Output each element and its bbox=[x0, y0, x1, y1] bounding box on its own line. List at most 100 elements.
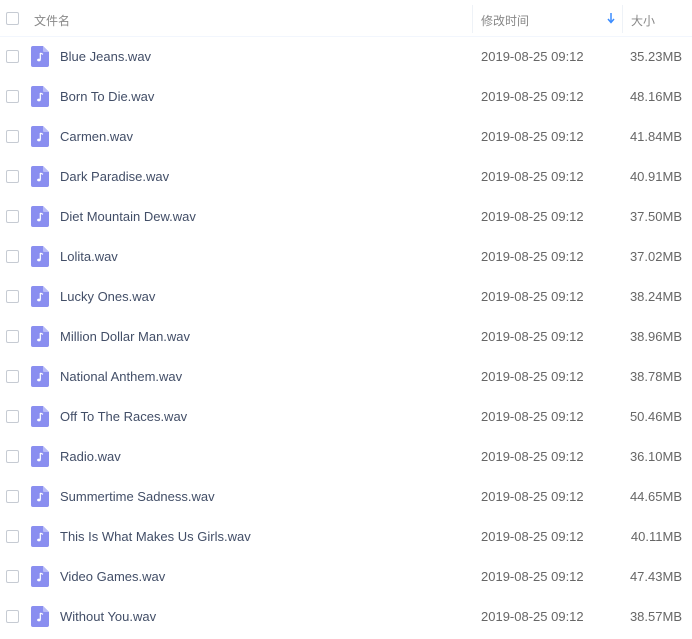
file-row[interactable]: Without You.wav 2019-08-25 09:12 38.57MB bbox=[0, 597, 692, 637]
row-checkbox[interactable] bbox=[6, 50, 19, 63]
file-row[interactable]: National Anthem.wav 2019-08-25 09:12 38.78… bbox=[0, 357, 692, 397]
file-row[interactable]: Lolita.wav 2019-08-25 09:12 37.02MB bbox=[0, 237, 692, 277]
file-row[interactable]: Summertime Sadness.wav 2019-08-25 09:12 44… bbox=[0, 477, 692, 517]
music-note-icon bbox=[31, 566, 49, 587]
row-checkbox[interactable] bbox=[6, 170, 19, 183]
file-size: 40.11MB bbox=[630, 529, 682, 544]
file-modified-time: 2019-08-25 09:12 bbox=[481, 249, 584, 264]
file-modified-time: 2019-08-25 09:12 bbox=[481, 609, 584, 624]
file-row[interactable]: Off To The Races.wav 2019-08-25 09:12 50.4… bbox=[0, 397, 692, 437]
row-checkbox[interactable] bbox=[6, 570, 19, 583]
file-size: 41.84MB bbox=[629, 129, 682, 144]
file-size: 37.02MB bbox=[629, 249, 682, 264]
column-divider[interactable] bbox=[622, 5, 623, 33]
row-checkbox[interactable] bbox=[6, 290, 19, 303]
file-name[interactable]: Dark Paradise.wav bbox=[60, 169, 169, 184]
select-all-checkbox[interactable] bbox=[6, 12, 19, 25]
column-divider[interactable] bbox=[472, 5, 473, 33]
file-modified-time: 2019-08-25 09:12 bbox=[481, 169, 584, 184]
file-name[interactable]: Diet Mountain Dew.wav bbox=[60, 209, 196, 224]
music-note-icon bbox=[31, 246, 49, 267]
row-checkbox[interactable] bbox=[6, 130, 19, 143]
arrow-down-icon[interactable] bbox=[607, 12, 615, 24]
file-modified-time: 2019-08-25 09:12 bbox=[481, 209, 584, 224]
music-note-icon bbox=[31, 366, 49, 387]
file-modified-time: 2019-08-25 09:12 bbox=[481, 89, 584, 104]
file-size: 40.91MB bbox=[629, 169, 682, 184]
file-rows: Blue Jeans.wav 2019-08-25 09:12 35.23MB Bor… bbox=[0, 37, 692, 637]
music-note-icon bbox=[31, 406, 49, 427]
file-row[interactable]: Radio.wav 2019-08-25 09:12 36.10MB bbox=[0, 437, 692, 477]
file-row[interactable]: Video Games.wav 2019-08-25 09:12 47.43MB bbox=[0, 557, 692, 597]
file-modified-time: 2019-08-25 09:12 bbox=[481, 329, 584, 344]
file-size: 38.24MB bbox=[629, 289, 682, 304]
file-size: 37.50MB bbox=[629, 209, 682, 224]
column-header-mtime[interactable]: 修改时间 bbox=[481, 12, 529, 29]
file-name[interactable]: Lucky Ones.wav bbox=[60, 289, 155, 304]
file-modified-time: 2019-08-25 09:12 bbox=[481, 529, 584, 544]
file-row[interactable]: Lucky Ones.wav 2019-08-25 09:12 38.24MB bbox=[0, 277, 692, 317]
file-name[interactable]: Born To Die.wav bbox=[60, 89, 154, 104]
file-row[interactable]: Diet Mountain Dew.wav 2019-08-25 09:12 37.… bbox=[0, 197, 692, 237]
file-name[interactable]: This Is What Makes Us Girls.wav bbox=[60, 529, 251, 544]
file-row[interactable]: Blue Jeans.wav 2019-08-25 09:12 35.23MB bbox=[0, 37, 692, 77]
file-row[interactable]: Carmen.wav 2019-08-25 09:12 41.84MB bbox=[0, 117, 692, 157]
file-size: 35.23MB bbox=[629, 49, 682, 64]
column-header-name[interactable]: 文件名 bbox=[34, 12, 70, 29]
music-note-icon bbox=[31, 126, 49, 147]
file-size: 50.46MB bbox=[629, 409, 682, 424]
file-name[interactable]: Blue Jeans.wav bbox=[60, 49, 151, 64]
file-list-header: 文件名 修改时间 大小 bbox=[0, 0, 692, 37]
row-checkbox[interactable] bbox=[6, 250, 19, 263]
file-size: 48.16MB bbox=[629, 89, 682, 104]
file-list: 文件名 修改时间 大小 Blue Jeans.wav 2019-08-25 09:… bbox=[0, 0, 692, 639]
music-note-icon bbox=[31, 446, 49, 467]
file-name[interactable]: Radio.wav bbox=[60, 449, 121, 464]
file-size: 36.10MB bbox=[629, 449, 682, 464]
file-modified-time: 2019-08-25 09:12 bbox=[481, 489, 584, 504]
file-row[interactable]: Million Dollar Man.wav 2019-08-25 09:12 38… bbox=[0, 317, 692, 357]
file-size: 47.43MB bbox=[629, 569, 682, 584]
file-modified-time: 2019-08-25 09:12 bbox=[481, 49, 584, 64]
music-note-icon bbox=[31, 206, 49, 227]
row-checkbox[interactable] bbox=[6, 410, 19, 423]
file-modified-time: 2019-08-25 09:12 bbox=[481, 129, 584, 144]
music-note-icon bbox=[31, 606, 49, 627]
file-name[interactable]: National Anthem.wav bbox=[60, 369, 182, 384]
file-name[interactable]: Off To The Races.wav bbox=[60, 409, 187, 424]
file-row[interactable]: Dark Paradise.wav 2019-08-25 09:12 40.91MB bbox=[0, 157, 692, 197]
file-modified-time: 2019-08-25 09:12 bbox=[481, 289, 584, 304]
file-size: 38.78MB bbox=[629, 369, 682, 384]
row-checkbox[interactable] bbox=[6, 370, 19, 383]
file-row[interactable]: Born To Die.wav 2019-08-25 09:12 48.16MB bbox=[0, 77, 692, 117]
row-checkbox[interactable] bbox=[6, 610, 19, 623]
file-name[interactable]: Without You.wav bbox=[60, 609, 156, 624]
music-note-icon bbox=[31, 326, 49, 347]
column-header-size[interactable]: 大小 bbox=[631, 12, 655, 29]
file-name[interactable]: Video Games.wav bbox=[60, 569, 165, 584]
music-note-icon bbox=[31, 46, 49, 67]
file-modified-time: 2019-08-25 09:12 bbox=[481, 369, 584, 384]
music-note-icon bbox=[31, 486, 49, 507]
file-modified-time: 2019-08-25 09:12 bbox=[481, 409, 584, 424]
file-name[interactable]: Carmen.wav bbox=[60, 129, 133, 144]
file-name[interactable]: Summertime Sadness.wav bbox=[60, 489, 215, 504]
file-size: 38.57MB bbox=[629, 609, 682, 624]
music-note-icon bbox=[31, 86, 49, 107]
file-name[interactable]: Lolita.wav bbox=[60, 249, 118, 264]
file-name[interactable]: Million Dollar Man.wav bbox=[60, 329, 190, 344]
music-note-icon bbox=[31, 526, 49, 547]
row-checkbox[interactable] bbox=[6, 210, 19, 223]
row-checkbox[interactable] bbox=[6, 90, 19, 103]
row-checkbox[interactable] bbox=[6, 490, 19, 503]
file-size: 44.65MB bbox=[629, 489, 682, 504]
music-note-icon bbox=[31, 166, 49, 187]
file-size: 38.96MB bbox=[629, 329, 682, 344]
row-checkbox[interactable] bbox=[6, 330, 19, 343]
row-checkbox[interactable] bbox=[6, 450, 19, 463]
file-modified-time: 2019-08-25 09:12 bbox=[481, 449, 584, 464]
file-modified-time: 2019-08-25 09:12 bbox=[481, 569, 584, 584]
music-note-icon bbox=[31, 286, 49, 307]
file-row[interactable]: This Is What Makes Us Girls.wav 2019-08-2… bbox=[0, 517, 692, 557]
row-checkbox[interactable] bbox=[6, 530, 19, 543]
